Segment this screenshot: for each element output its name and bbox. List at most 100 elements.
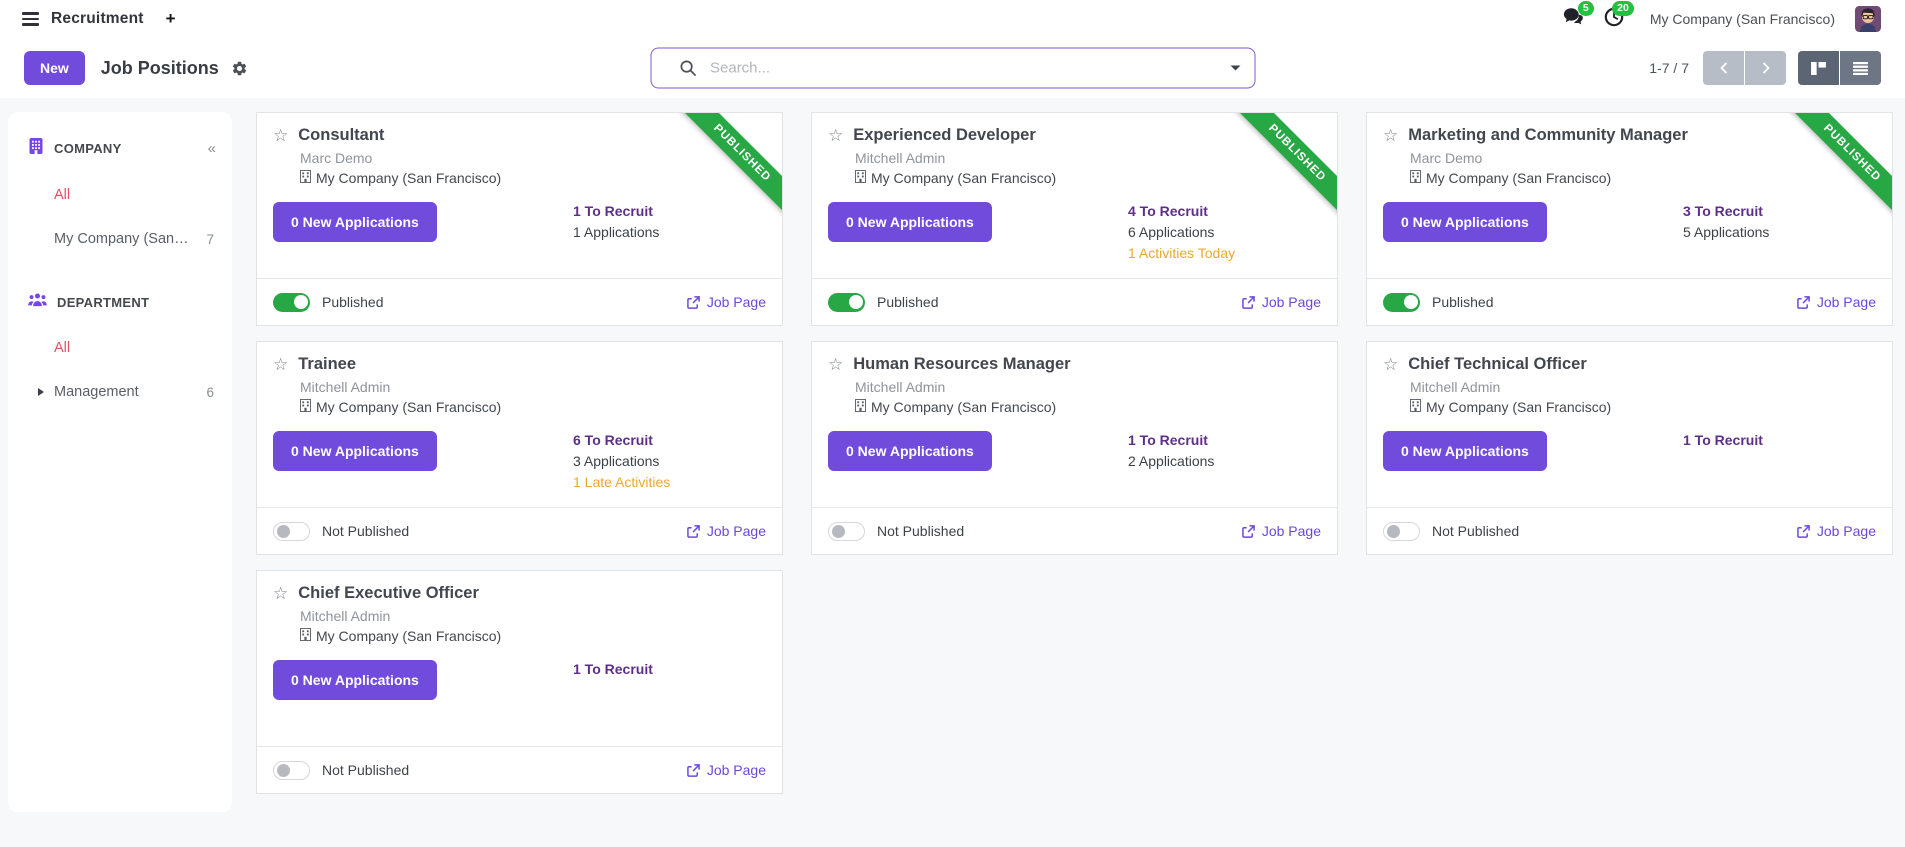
- external-link-icon: [687, 296, 700, 309]
- to-recruit-stat[interactable]: 1 To Recruit: [573, 201, 659, 222]
- company-switcher[interactable]: My Company (San Francisco): [1650, 11, 1835, 27]
- app-name[interactable]: Recruitment: [51, 10, 144, 28]
- publish-toggle[interactable]: [828, 293, 865, 312]
- job-page-link[interactable]: Job Page: [687, 523, 766, 539]
- applications-stat[interactable]: 3 Applications: [573, 451, 670, 472]
- publish-label: Not Published: [322, 762, 409, 778]
- expand-caret-icon[interactable]: [38, 388, 44, 396]
- hamburger-menu-icon[interactable]: [22, 12, 39, 26]
- job-card-experienced-developer[interactable]: PUBLISHED ☆ Experienced Developer Mitche…: [811, 112, 1338, 326]
- kanban-view-button[interactable]: [1798, 51, 1839, 85]
- favorite-star-icon[interactable]: ☆: [828, 356, 843, 373]
- job-page-link[interactable]: Job Page: [1797, 523, 1876, 539]
- search-bar: [650, 48, 1255, 89]
- company-line: My Company (San Francisco): [300, 628, 766, 644]
- job-page-link[interactable]: Job Page: [687, 294, 766, 310]
- pager-range: 1-7 / 7: [1649, 60, 1689, 76]
- favorite-star-icon[interactable]: ☆: [1383, 127, 1398, 144]
- applications-stat[interactable]: 1 Applications: [573, 222, 659, 243]
- applications-stat[interactable]: 6 Applications: [1128, 222, 1235, 243]
- department-section-title: DEPARTMENT: [57, 295, 149, 310]
- job-title: Human Resources Manager: [853, 355, 1070, 374]
- to-recruit-stat[interactable]: 1 To Recruit: [1683, 430, 1763, 451]
- publish-toggle[interactable]: [273, 522, 310, 541]
- activities-menu[interactable]: 20: [1604, 7, 1624, 32]
- to-recruit-stat[interactable]: 3 To Recruit: [1683, 201, 1769, 222]
- late-activities-stat[interactable]: 1 Late Activities: [573, 472, 670, 493]
- to-recruit-stat[interactable]: 1 To Recruit: [1128, 430, 1214, 451]
- pager-next-button[interactable]: [1745, 51, 1786, 85]
- filters-sidebar: COMPANY « All My Company (San… 7 DEPARTM…: [8, 112, 232, 812]
- new-applications-button[interactable]: 0 New Applications: [273, 431, 437, 471]
- department-filter-management[interactable]: Management 6: [8, 384, 232, 400]
- new-applications-button[interactable]: 0 New Applications: [828, 431, 992, 471]
- recruiter-name: Mitchell Admin: [300, 608, 766, 624]
- publish-label: Not Published: [322, 523, 409, 539]
- applications-stat[interactable]: 2 Applications: [1128, 451, 1214, 472]
- to-recruit-stat[interactable]: 6 To Recruit: [573, 430, 670, 451]
- list-view-button[interactable]: [1840, 51, 1881, 85]
- company-section-title: COMPANY: [54, 141, 122, 156]
- favorite-star-icon[interactable]: ☆: [828, 127, 843, 144]
- publish-toggle[interactable]: [1383, 522, 1420, 541]
- favorite-star-icon[interactable]: ☆: [273, 585, 288, 602]
- new-applications-button[interactable]: 0 New Applications: [1383, 431, 1547, 471]
- new-applications-button[interactable]: 0 New Applications: [273, 202, 437, 242]
- job-title: Chief Technical Officer: [1408, 355, 1587, 374]
- job-card-ceo[interactable]: ☆ Chief Executive Officer Mitchell Admin…: [256, 570, 783, 794]
- external-link-icon: [687, 525, 700, 538]
- collapse-sidebar-icon[interactable]: «: [208, 140, 216, 157]
- favorite-star-icon[interactable]: ☆: [273, 127, 288, 144]
- job-card-consultant[interactable]: PUBLISHED ☆ Consultant Marc Demo My Comp…: [256, 112, 783, 326]
- plus-icon[interactable]: +: [166, 9, 176, 29]
- gear-icon[interactable]: [231, 60, 248, 77]
- building-icon: [28, 138, 44, 159]
- company-line: My Company (San Francisco): [855, 399, 1321, 415]
- job-card-hr-manager[interactable]: ☆ Human Resources Manager Mitchell Admin…: [811, 341, 1338, 555]
- recruiter-name: Mitchell Admin: [855, 150, 1321, 166]
- search-dropdown-caret-icon[interactable]: [1230, 66, 1240, 71]
- publish-toggle[interactable]: [273, 761, 310, 780]
- publish-label: Published: [1432, 294, 1494, 310]
- activity-today-stat[interactable]: 1 Activities Today: [1128, 243, 1235, 264]
- department-filter-count: 6: [206, 385, 214, 400]
- job-card-trainee[interactable]: ☆ Trainee Mitchell Admin My Company (San…: [256, 341, 783, 555]
- list-view-icon: [1853, 62, 1868, 75]
- company-filter-all[interactable]: All: [8, 187, 232, 203]
- job-page-link[interactable]: Job Page: [1242, 294, 1321, 310]
- job-card-cto[interactable]: ☆ Chief Technical Officer Mitchell Admin…: [1366, 341, 1893, 555]
- company-filter-count: 7: [206, 232, 214, 247]
- favorite-star-icon[interactable]: ☆: [273, 356, 288, 373]
- external-link-icon: [687, 764, 700, 777]
- applications-stat[interactable]: 5 Applications: [1683, 222, 1769, 243]
- job-page-link[interactable]: Job Page: [1242, 523, 1321, 539]
- publish-toggle[interactable]: [1383, 293, 1420, 312]
- job-title: Marketing and Community Manager: [1408, 126, 1688, 145]
- job-title: Trainee: [298, 355, 356, 374]
- view-switcher: [1798, 51, 1881, 85]
- messages-menu[interactable]: 5: [1563, 7, 1584, 32]
- department-filter-all[interactable]: All: [8, 340, 232, 356]
- job-title: Chief Executive Officer: [298, 584, 479, 603]
- publish-toggle[interactable]: [273, 293, 310, 312]
- job-card-marketing-manager[interactable]: PUBLISHED ☆ Marketing and Community Mana…: [1366, 112, 1893, 326]
- new-applications-button[interactable]: 0 New Applications: [273, 660, 437, 700]
- card-footer: Published Job Page: [1367, 278, 1892, 325]
- job-page-link[interactable]: Job Page: [687, 762, 766, 778]
- to-recruit-stat[interactable]: 1 To Recruit: [573, 659, 653, 680]
- pager-previous-button[interactable]: [1703, 51, 1744, 85]
- publish-label: Not Published: [1432, 523, 1519, 539]
- card-stats: 1 To Recruit 1 Applications: [573, 201, 659, 243]
- job-page-link[interactable]: Job Page: [1797, 294, 1876, 310]
- new-button[interactable]: New: [24, 51, 85, 85]
- search-input[interactable]: [710, 60, 1220, 77]
- user-avatar[interactable]: [1855, 6, 1881, 32]
- to-recruit-stat[interactable]: 4 To Recruit: [1128, 201, 1235, 222]
- new-applications-button[interactable]: 0 New Applications: [828, 202, 992, 242]
- publish-toggle[interactable]: [828, 522, 865, 541]
- company-filter-my-company[interactable]: My Company (San… 7: [8, 231, 232, 247]
- favorite-star-icon[interactable]: ☆: [1383, 356, 1398, 373]
- recruiter-name: Mitchell Admin: [1410, 379, 1876, 395]
- new-applications-button[interactable]: 0 New Applications: [1383, 202, 1547, 242]
- external-link-icon: [1797, 525, 1810, 538]
